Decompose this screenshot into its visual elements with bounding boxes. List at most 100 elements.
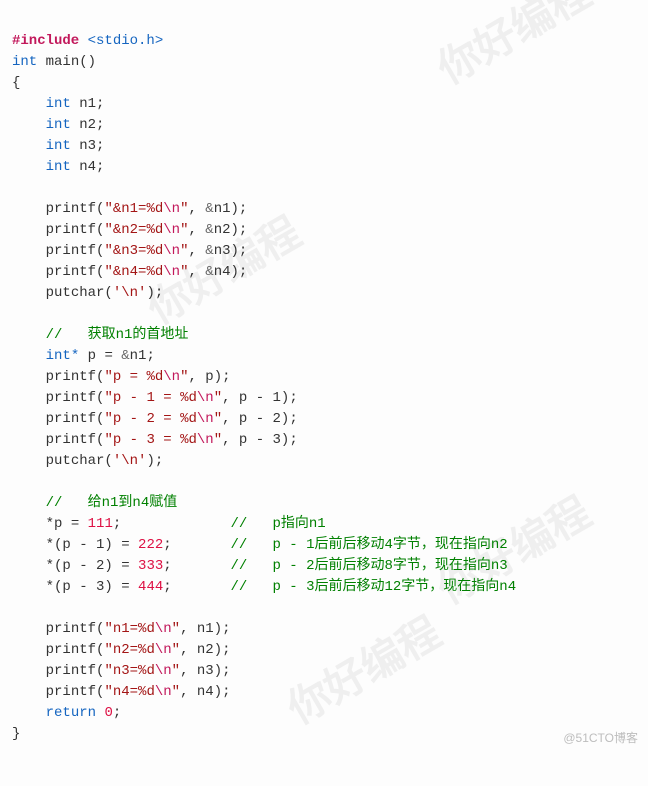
- escape-char: \n: [163, 201, 180, 217]
- keyword-int: int: [12, 54, 37, 70]
- var-n2: n2: [79, 117, 96, 133]
- arg: p - 2: [239, 411, 281, 427]
- fn-printf: printf: [46, 642, 96, 658]
- format-spec: %d: [146, 201, 163, 217]
- string-literal: "n3=: [104, 663, 138, 679]
- string-literal: ": [172, 663, 180, 679]
- char-literal: '\n': [113, 285, 147, 301]
- arg: n4: [214, 264, 231, 280]
- number: 0: [104, 705, 112, 721]
- var-p: p: [88, 348, 96, 364]
- escape-char: \n: [163, 243, 180, 259]
- escape-char: \n: [163, 264, 180, 280]
- escape-char: \n: [163, 369, 180, 385]
- fn-main: main: [46, 54, 80, 70]
- arg: n2: [197, 642, 214, 658]
- keyword-return: return: [46, 705, 96, 721]
- var-n3: n3: [79, 138, 96, 154]
- string-literal: "p - 1 =: [104, 390, 180, 406]
- var-n1: n1: [79, 96, 96, 112]
- lhs: *(p - 3): [46, 579, 113, 595]
- string-literal: "&n2=: [104, 222, 146, 238]
- comment: // 获取n1的首地址: [46, 327, 189, 343]
- number: 333: [138, 558, 163, 574]
- fn-putchar: putchar: [46, 453, 105, 469]
- number: 444: [138, 579, 163, 595]
- escape-char: \n: [155, 663, 172, 679]
- format-spec: %d: [146, 243, 163, 259]
- format-spec: %d: [180, 390, 197, 406]
- include-header: <stdio.h>: [88, 33, 164, 49]
- code-block: #include <stdio.h> int main() { int n1; …: [12, 10, 636, 745]
- string-literal: "&n4=: [104, 264, 146, 280]
- fn-printf: printf: [46, 222, 96, 238]
- fn-printf: printf: [46, 264, 96, 280]
- arg: n1: [197, 621, 214, 637]
- format-spec: %d: [146, 369, 163, 385]
- arg: n3: [214, 243, 231, 259]
- fn-printf: printf: [46, 621, 96, 637]
- fn-printf: printf: [46, 432, 96, 448]
- escape-char: \n: [155, 621, 172, 637]
- address-op: &: [205, 201, 213, 217]
- string-literal: ": [172, 621, 180, 637]
- comment: // p - 1后前后移动4字节，现在指向n2: [230, 537, 507, 553]
- format-spec: %d: [146, 222, 163, 238]
- string-literal: "p =: [104, 369, 146, 385]
- address-op: &: [205, 243, 213, 259]
- format-spec: %d: [146, 264, 163, 280]
- fn-printf: printf: [46, 390, 96, 406]
- string-literal: ": [214, 390, 222, 406]
- fn-printf: printf: [46, 243, 96, 259]
- string-literal: ": [214, 411, 222, 427]
- format-spec: %d: [180, 411, 197, 427]
- string-literal: ": [172, 684, 180, 700]
- lhs: *(p - 2): [46, 558, 113, 574]
- char-literal: '\n': [113, 453, 147, 469]
- arg: p: [205, 369, 213, 385]
- fn-printf: printf: [46, 411, 96, 427]
- comment: // 给n1到n4赋值: [46, 495, 178, 511]
- keyword-int: int: [46, 138, 71, 154]
- comment: // p指向n1: [230, 516, 325, 532]
- arg: p - 1: [239, 390, 281, 406]
- address-op: &: [121, 348, 129, 364]
- arg: n2: [214, 222, 231, 238]
- format-spec: %d: [138, 663, 155, 679]
- var-n4: n4: [79, 159, 96, 175]
- string-literal: "n2=: [104, 642, 138, 658]
- escape-char: \n: [197, 432, 214, 448]
- arg: n1: [214, 201, 231, 217]
- fn-printf: printf: [46, 201, 96, 217]
- number: 222: [138, 537, 163, 553]
- fn-printf: printf: [46, 663, 96, 679]
- preprocessor: #include: [12, 33, 79, 49]
- string-literal: ": [214, 432, 222, 448]
- string-literal: "&n1=: [104, 201, 146, 217]
- escape-char: \n: [163, 222, 180, 238]
- string-literal: ": [172, 642, 180, 658]
- address-op: &: [205, 264, 213, 280]
- comment: // p - 3后前后移动12字节，现在指向n4: [230, 579, 516, 595]
- string-literal: "p - 3 =: [104, 432, 180, 448]
- keyword-int: int: [46, 159, 71, 175]
- lhs: *p: [46, 516, 63, 532]
- arg: n4: [197, 684, 214, 700]
- format-spec: %d: [180, 432, 197, 448]
- format-spec: %d: [138, 684, 155, 700]
- escape-char: \n: [197, 411, 214, 427]
- lhs: *(p - 1): [46, 537, 113, 553]
- format-spec: %d: [138, 642, 155, 658]
- escape-char: \n: [197, 390, 214, 406]
- fn-putchar: putchar: [46, 285, 105, 301]
- arg: n3: [197, 663, 214, 679]
- fn-printf: printf: [46, 684, 96, 700]
- fn-printf: printf: [46, 369, 96, 385]
- arg: p - 3: [239, 432, 281, 448]
- escape-char: \n: [155, 684, 172, 700]
- string-literal: "&n3=: [104, 243, 146, 259]
- number: 111: [88, 516, 113, 532]
- escape-char: \n: [155, 642, 172, 658]
- arg: n1: [130, 348, 147, 364]
- keyword-int-ptr: int*: [46, 348, 80, 364]
